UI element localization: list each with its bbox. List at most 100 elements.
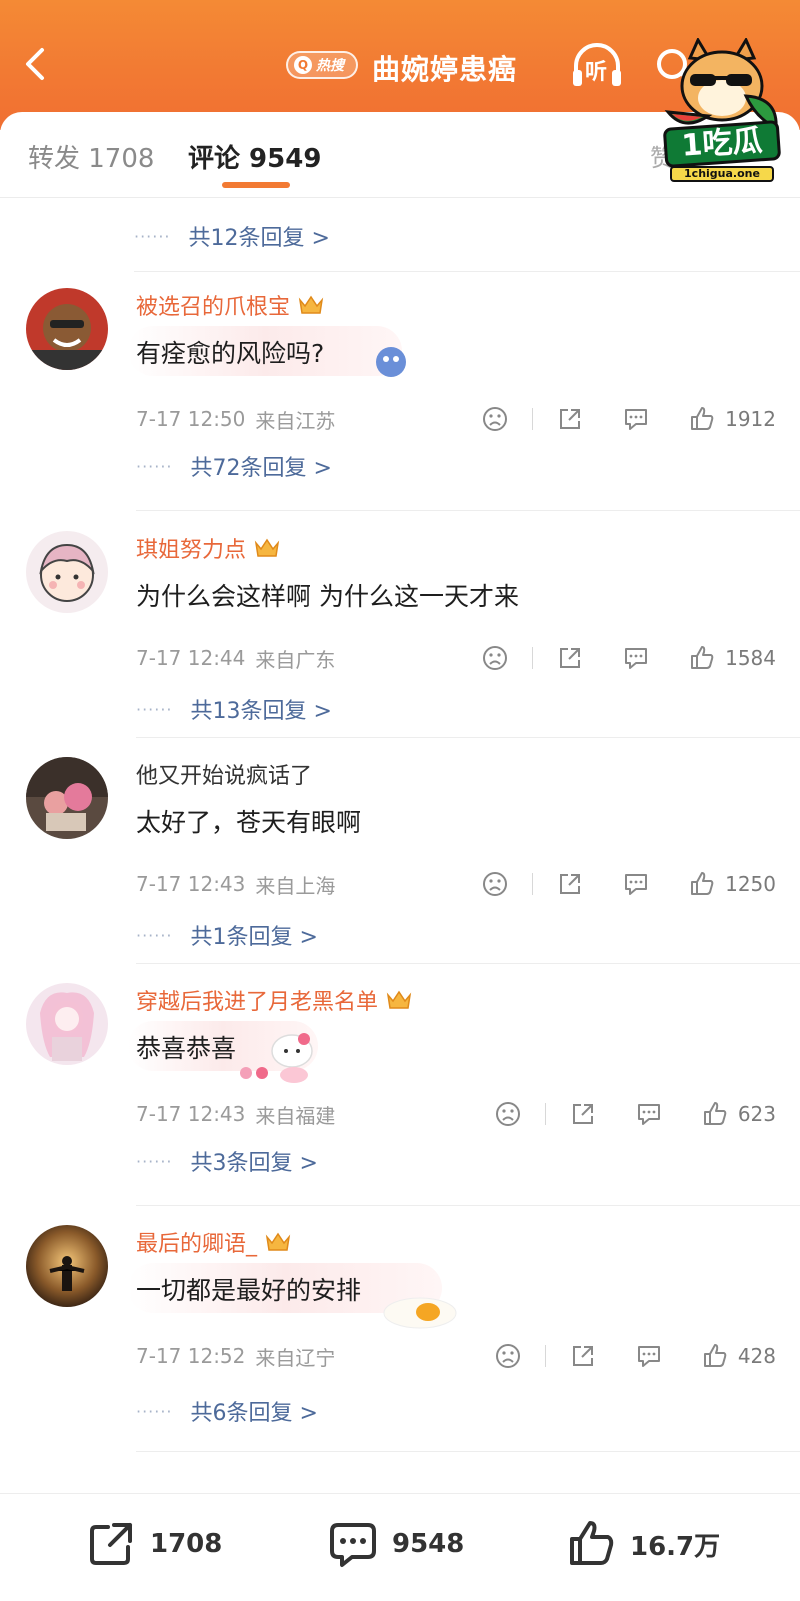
reply-count-link[interactable]: 共12条回复 > (189, 220, 330, 252)
dislike-button[interactable] (480, 869, 510, 899)
share-icon (90, 1523, 132, 1565)
name-row: 最后的卿语_ (136, 1225, 291, 1259)
reply-button[interactable] (634, 1341, 664, 1371)
comment-icon (625, 874, 648, 895)
dotted-line: ······ (136, 699, 173, 719)
separator (532, 408, 534, 430)
username[interactable]: 穿越后我进了月老黑名单 (136, 984, 378, 1016)
like-button[interactable] (700, 1341, 730, 1371)
like-button[interactable] (700, 1099, 730, 1129)
divider (136, 1451, 800, 1452)
like-button[interactable] (687, 869, 717, 899)
sad-face-icon (495, 1344, 520, 1368)
thumbs-up-icon (703, 1102, 727, 1125)
divider (136, 737, 800, 738)
comment-actions: 1912 (480, 402, 776, 436)
like-action[interactable]: 16.7万 (566, 1516, 720, 1572)
reply-expand-row[interactable]: ······ 共6条回复 > (136, 1393, 318, 1429)
share-button[interactable] (555, 869, 585, 899)
dislike-button[interactable] (493, 1099, 523, 1129)
avatar[interactable] (26, 983, 108, 1065)
avatar[interactable] (26, 288, 108, 370)
comment-icon (330, 1523, 376, 1567)
thumbs-up-icon (570, 1521, 614, 1565)
reply-count-link[interactable]: 共1条回复 > (191, 919, 318, 951)
share-icon (560, 874, 581, 894)
avatar-image (26, 983, 108, 1065)
comment-time: 7-17 12:52 (136, 1344, 246, 1368)
dotted-line: ······ (136, 456, 173, 476)
comment-icon (637, 1346, 660, 1367)
avatar[interactable] (26, 757, 108, 839)
reply-expand-row[interactable]: ······ 共1条回复 > (136, 917, 318, 953)
comment-action[interactable]: 9548 (328, 1516, 464, 1572)
reply-count-link[interactable]: 共3条回复 > (191, 1145, 318, 1177)
dotted-line: ······ (136, 1151, 173, 1171)
like-button[interactable] (687, 643, 717, 673)
topic-title[interactable]: 曲婉婷患癌 (372, 48, 517, 88)
thumbs-up-icon (691, 407, 714, 430)
reply-button[interactable] (621, 869, 651, 899)
share-icon (560, 648, 581, 668)
sad-face-icon (495, 1102, 520, 1126)
comment-sheet: 转发 1708 评论 9549 赞 ······ 共12条回复 > 被选召的爪根… (0, 112, 800, 1601)
avatar[interactable] (26, 531, 108, 613)
comment-actions: 1250 (480, 867, 776, 901)
search-q-icon: Q (294, 56, 312, 74)
comment-icon (625, 648, 648, 669)
name-row: 他又开始说疯话了 (136, 757, 312, 791)
fried-egg-sticker-icon (383, 1297, 457, 1329)
watermark-url: 1chigua.one (670, 166, 774, 182)
chevron-left-icon (26, 48, 44, 80)
share-button[interactable] (568, 1341, 598, 1371)
dislike-button[interactable] (480, 643, 510, 673)
like-count-total: 16.7万 (630, 1531, 721, 1562)
like-count: 428 (737, 1344, 776, 1368)
comment-text: 太好了，苍天有眼啊 (136, 808, 362, 837)
tab-comment[interactable]: 评论 9549 (188, 138, 321, 175)
listen-button[interactable]: 听 (570, 42, 624, 90)
username[interactable]: 他又开始说疯话了 (136, 758, 312, 790)
username[interactable]: 被选召的爪根宝 (136, 289, 290, 321)
reply-button[interactable] (621, 404, 651, 434)
comment-time: 7-17 12:43 (136, 1102, 246, 1126)
thumbs-up-icon (691, 872, 714, 895)
avatar-image (26, 531, 108, 613)
name-row: 被选召的爪根宝 (136, 288, 324, 322)
hot-search-label: 热搜 (316, 58, 344, 74)
sad-face-icon (483, 872, 508, 896)
repost-action[interactable]: 1708 (86, 1516, 222, 1572)
reply-count-link[interactable]: 共13条回复 > (191, 693, 332, 725)
reply-expand-row[interactable]: ······ 共72条回复 > (136, 448, 332, 484)
avatar[interactable] (26, 1225, 108, 1307)
crown-badge-icon (265, 1232, 291, 1251)
hello-kitty-sticker-icon (240, 1033, 313, 1083)
comment-text: 有痊愈的风险吗? (136, 339, 325, 368)
like-button[interactable] (687, 404, 717, 434)
reply-expand-row[interactable]: ······ 共12条回复 > (134, 216, 330, 256)
dislike-button[interactable] (480, 404, 510, 434)
meta-row: 7-17 12:50 来自江苏 1912 (136, 402, 776, 436)
reply-expand-row[interactable]: ······ 共3条回复 > (136, 1143, 318, 1179)
dislike-button[interactable] (493, 1341, 523, 1371)
sticker-icon (376, 347, 406, 377)
username[interactable]: 琪姐努力点 (136, 532, 246, 564)
username[interactable]: 最后的卿语_ (136, 1226, 257, 1258)
tab-repost[interactable]: 转发 1708 (28, 138, 154, 175)
comment-actions: 623 (493, 1097, 776, 1131)
reply-count-link[interactable]: 共6条回复 > (191, 1395, 318, 1427)
reply-expand-row[interactable]: ······ 共13条回复 > (136, 691, 332, 727)
meta-row: 7-17 12:43 来自福建 623 (136, 1097, 776, 1131)
comment-text: 恭喜恭喜 (136, 1034, 237, 1063)
share-button[interactable] (555, 643, 585, 673)
reply-button[interactable] (634, 1099, 664, 1129)
hot-search-badge: Q 热搜 (286, 51, 358, 79)
reply-count-link[interactable]: 共72条回复 > (191, 450, 332, 482)
back-button[interactable] (18, 44, 54, 84)
comment-location: 来自辽宁 (255, 1345, 336, 1370)
share-button[interactable] (568, 1099, 598, 1129)
name-row: 琪姐努力点 (136, 531, 280, 565)
dotted-line: ······ (136, 925, 173, 945)
reply-button[interactable] (621, 643, 651, 673)
share-button[interactable] (555, 404, 585, 434)
